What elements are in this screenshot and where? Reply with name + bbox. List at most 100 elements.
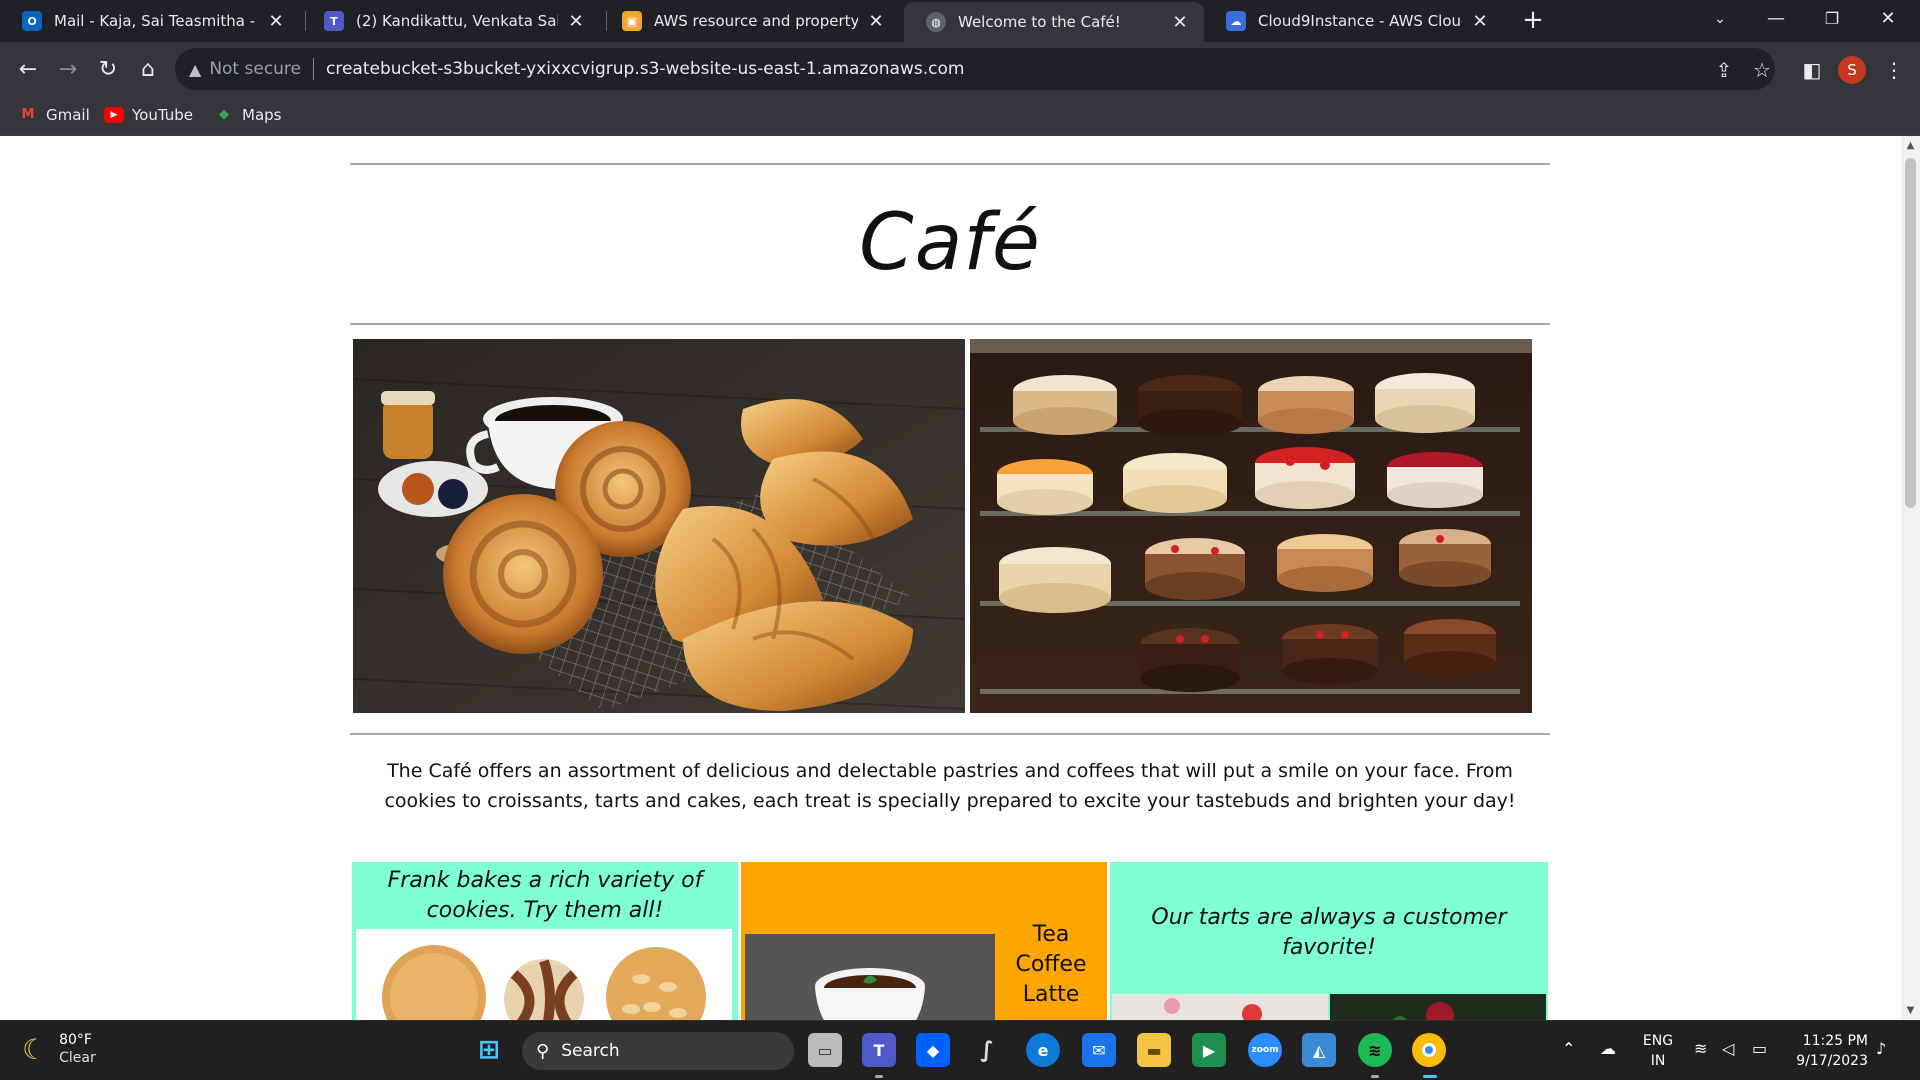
close-icon[interactable]: ✕ — [1170, 12, 1190, 33]
teams-icon[interactable]: T — [862, 1033, 896, 1067]
search-label: Search — [561, 1041, 620, 1061]
close-window-button[interactable]: ✕ — [1860, 0, 1916, 40]
meet-icon[interactable]: ▶ — [1192, 1033, 1226, 1067]
cake-display-image — [970, 339, 1532, 713]
restore-button[interactable]: ❐ — [1804, 0, 1860, 40]
back-icon[interactable]: ← — [12, 54, 44, 86]
taskbar: ☾ 80°F Clear ⊞ ⚲ Search ▭ T ◆ ∫ e ✉ ▬ ▶ … — [0, 1020, 1920, 1080]
url-text[interactable]: createbucket-s3bucket-yxixxcvigrup.s3-we… — [326, 59, 964, 79]
wifi-icon[interactable]: ≋ — [1694, 1039, 1707, 1058]
date: 9/17/2023 — [1796, 1053, 1868, 1069]
aws-box-icon: ▣ — [622, 11, 642, 31]
time: 11:25 PM — [1802, 1033, 1868, 1049]
file-explorer-icon[interactable]: ▬ — [1137, 1033, 1171, 1067]
warning-icon: ▲ — [189, 59, 202, 79]
close-icon[interactable]: ✕ — [566, 11, 586, 32]
bookmarks-bar: M Gmail ▶ YouTube ◆ Maps — [0, 98, 1920, 136]
youtube-icon: ▶ — [104, 107, 124, 123]
app-s-icon[interactable]: ∫ — [970, 1033, 1004, 1067]
scroll-up-icon[interactable]: ▲ — [1901, 140, 1920, 151]
volume-icon[interactable]: ◁ — [1722, 1039, 1734, 1058]
tab-cloud9[interactable]: ☁ Cloud9Instance - AWS Cloud9 ✕ — [1204, 0, 1504, 42]
tab-search-icon[interactable]: ⌄ — [1692, 0, 1748, 40]
tab-title: AWS resource and property type — [654, 12, 858, 30]
tab-title: Welcome to the Café! — [958, 13, 1121, 31]
bookmark-label: Gmail — [46, 106, 90, 124]
tarts-panel: Our tarts are always a customer favorite… — [1110, 862, 1548, 1020]
tray-overflow-icon[interactable]: ⌃ — [1562, 1039, 1575, 1058]
tab-title: Cloud9Instance - AWS Cloud9 — [1258, 12, 1462, 30]
outlook-icon: O — [22, 11, 42, 31]
drink-item: Latte — [1022, 982, 1080, 1007]
bookmark-label: YouTube — [132, 106, 193, 124]
tab-outlook[interactable]: O Mail - Kaja, Sai Teasmitha - Outlo ✕ — [0, 0, 300, 42]
home-icon[interactable]: ⌂ — [132, 54, 164, 86]
tart-image-1 — [1112, 994, 1328, 1020]
chrome-icon[interactable] — [1412, 1033, 1446, 1067]
forward-icon[interactable]: → — [52, 54, 84, 86]
taskbar-search[interactable]: ⚲ Search — [522, 1032, 794, 1070]
maps-icon: ◆ — [219, 107, 229, 122]
windows-start-icon[interactable]: ⊞ — [472, 1033, 506, 1067]
cookies-image — [356, 929, 732, 1020]
task-view-icon[interactable]: ▭ — [808, 1033, 842, 1067]
address-bar[interactable]: ▲ Not secure createbucket-s3bucket-yxixx… — [175, 48, 1775, 90]
bookmark-gmail[interactable]: M Gmail — [18, 106, 90, 124]
drink-item: Coffee — [1015, 952, 1087, 977]
clock[interactable]: 11:25 PM 9/17/2023 — [1796, 1031, 1868, 1071]
photos-icon[interactable]: ◭ — [1302, 1033, 1336, 1067]
share-icon[interactable]: ⇪ — [1710, 56, 1738, 84]
minimize-button[interactable]: — — [1748, 0, 1804, 40]
profile-avatar[interactable]: S — [1838, 56, 1866, 84]
tab-aws-docs[interactable]: ▣ AWS resource and property type ✕ — [600, 0, 900, 42]
close-icon[interactable]: ✕ — [1470, 11, 1490, 32]
tab-cafe[interactable]: ◍ Welcome to the Café! ✕ — [904, 2, 1204, 42]
browser-toolbar: ← → ↻ ⌂ ▲ Not secure createbucket-s3buck… — [0, 42, 1920, 98]
dropbox-icon[interactable]: ◆ — [916, 1033, 950, 1067]
tart-image-2 — [1330, 994, 1546, 1020]
cookies-caption: Frank bakes a rich variety of cookies. T… — [387, 868, 703, 923]
language-indicator[interactable]: ENG IN — [1640, 1031, 1676, 1071]
battery-icon[interactable]: ▭ — [1752, 1039, 1767, 1058]
weather-widget[interactable]: ☾ 80°F Clear — [22, 1031, 96, 1067]
weather-condition: Clear — [59, 1050, 96, 1066]
zoom-icon[interactable]: zoom — [1248, 1033, 1282, 1067]
scrollbar-thumb[interactable] — [1905, 158, 1916, 508]
weather-temp: 80°F — [59, 1032, 92, 1048]
page-scrollbar[interactable]: ▲ ▼ — [1901, 136, 1920, 1020]
tarts-caption: Our tarts are always a customer favorite… — [1151, 905, 1507, 960]
region-code: IN — [1650, 1053, 1666, 1069]
menu-kebab-icon[interactable]: ⋮ — [1880, 56, 1908, 84]
bookmark-youtube[interactable]: ▶ YouTube — [104, 106, 193, 124]
divider — [350, 733, 1550, 735]
scroll-down-icon[interactable]: ▼ — [1901, 1005, 1920, 1016]
divider — [350, 323, 1550, 325]
notification-bell-icon[interactable]: ♪ — [1876, 1039, 1886, 1058]
tab-title: (2) Kandikattu, Venkata Sai Nikith — [356, 12, 558, 30]
teams-icon: T — [324, 11, 344, 31]
hot-chocolate-image — [745, 934, 995, 1020]
onedrive-off-icon[interactable]: ☁ — [1600, 1039, 1616, 1058]
bookmark-maps[interactable]: ◆ Maps — [214, 106, 281, 124]
drinks-list: Tea Coffee Latte — [1001, 920, 1101, 1010]
search-icon: ⚲ — [536, 1040, 550, 1062]
mail-icon[interactable]: ✉ — [1082, 1033, 1116, 1067]
tab-teams[interactable]: T (2) Kandikattu, Venkata Sai Nikith ✕ — [302, 0, 600, 42]
close-icon[interactable]: ✕ — [266, 11, 286, 32]
cloud9-icon: ☁ — [1226, 11, 1246, 31]
spotify-icon[interactable]: ≋ — [1358, 1033, 1392, 1067]
bookmark-star-icon[interactable]: ☆ — [1748, 56, 1776, 84]
reload-icon[interactable]: ↻ — [92, 54, 124, 86]
page-viewport: Café The Café offers an assortment of de… — [0, 136, 1901, 1020]
intro-paragraph: The Café offers an assortment of delicio… — [384, 760, 1516, 812]
security-label[interactable]: Not secure — [209, 59, 301, 79]
side-panel-icon[interactable]: ◧ — [1798, 56, 1826, 84]
drinks-panel: Tea Coffee Latte — [741, 862, 1107, 1020]
new-tab-button[interactable]: + — [1518, 6, 1548, 36]
close-icon[interactable]: ✕ — [866, 11, 886, 32]
lang-code: ENG — [1642, 1033, 1674, 1049]
pastries-image — [353, 339, 965, 713]
gmail-icon: M — [21, 107, 35, 122]
tab-strip: O Mail - Kaja, Sai Teasmitha - Outlo ✕ T… — [0, 0, 1920, 42]
edge-icon[interactable]: e — [1026, 1033, 1060, 1067]
